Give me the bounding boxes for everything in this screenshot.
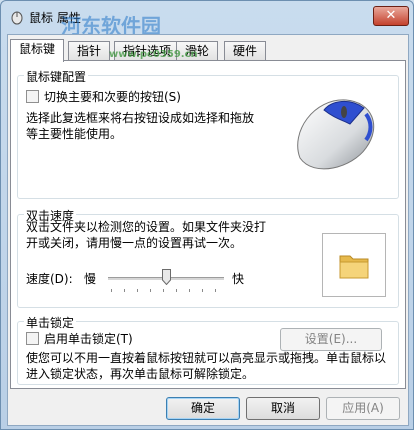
folder-icon[interactable] (337, 248, 371, 282)
click-lock-settings-button[interactable]: 设置(E)... (280, 328, 382, 351)
click-lock-title: 单击锁定 (24, 314, 77, 331)
click-lock-group: 单击锁定 启用单击锁定(T) 设置(E)... 使您可以不用一直按着鼠标按钮就可… (17, 314, 399, 385)
tab-page-buttons: 鼠标键配置 切换主要和次要的按钮(S) 选择此复选框来将右按钮设成如选择和拖放等… (10, 60, 406, 389)
tab-pointers[interactable]: 指针 (68, 41, 111, 60)
speed-label: 速度(D): (26, 272, 73, 286)
slider-tick (163, 289, 164, 292)
close-button[interactable]: ✕ (373, 6, 409, 26)
click-lock-label[interactable]: 启用单击锁定(T) (44, 330, 133, 347)
speed-fast-label: 快 (232, 272, 245, 286)
dialog-client: 鼠标键 指针 指针选项 滑轮 硬件 鼠标键配置 切换主要和次要的按钮(S) 选择… (7, 34, 409, 426)
speed-slider-thumb[interactable] (161, 269, 171, 285)
slider-tick (137, 289, 138, 292)
slider-tick (111, 289, 112, 292)
ok-button[interactable]: 确定 (166, 397, 240, 420)
button-config-title: 鼠标键配置 (24, 68, 89, 85)
double-click-description: 双击文件夹以检测您的设置。如果文件夹没打开或关闭，请用慢一点的设置再试一次。 (26, 220, 267, 250)
click-lock-checkbox[interactable] (26, 332, 39, 345)
watermark-url: www.pc0359.cn (109, 49, 198, 60)
cancel-button[interactable]: 取消 (246, 397, 320, 420)
tab-buttons[interactable]: 鼠标键 (10, 39, 65, 62)
click-lock-description: 使您可以不用一直按着鼠标按钮就可以高亮显示或拖拽。单击鼠标以进入锁定状态，再次单… (26, 351, 387, 381)
double-click-group: 双击速度 双击文件夹以检测您的设置。如果文件夹没打开或关闭，请用慢一点的设置再试… (17, 207, 399, 308)
slider-tick (150, 289, 151, 292)
slider-tick (124, 289, 125, 292)
tab-hardware[interactable]: 硬件 (224, 41, 267, 60)
speed-slow-label: 慢 (84, 272, 97, 286)
test-folder-area[interactable] (322, 233, 386, 297)
slider-tick (189, 289, 190, 292)
mouse-properties-window: 鼠标 属性 河东软件园 ✕ www.pc0359.cn 鼠标键 指针 指针选项 … (0, 0, 414, 430)
slider-tick (202, 289, 203, 292)
slider-tick (176, 289, 177, 292)
button-config-group: 鼠标键配置 切换主要和次要的按钮(S) 选择此复选框来将右按钮设成如选择和拖放等… (17, 68, 399, 199)
switch-buttons-label[interactable]: 切换主要和次要的按钮(S) (44, 88, 181, 105)
slider-tick (215, 289, 216, 292)
mouse-icon (11, 11, 23, 25)
title-bar[interactable]: 鼠标 属性 河东软件园 ✕ (1, 1, 413, 38)
switch-buttons-description: 选择此复选框来将右按钮设成如选择和拖放等主要性能使用。 (26, 111, 255, 141)
switch-buttons-checkbox[interactable] (26, 90, 39, 103)
apply-button[interactable]: 应用(A) (326, 397, 400, 420)
mouse-illustration-icon (297, 99, 375, 170)
